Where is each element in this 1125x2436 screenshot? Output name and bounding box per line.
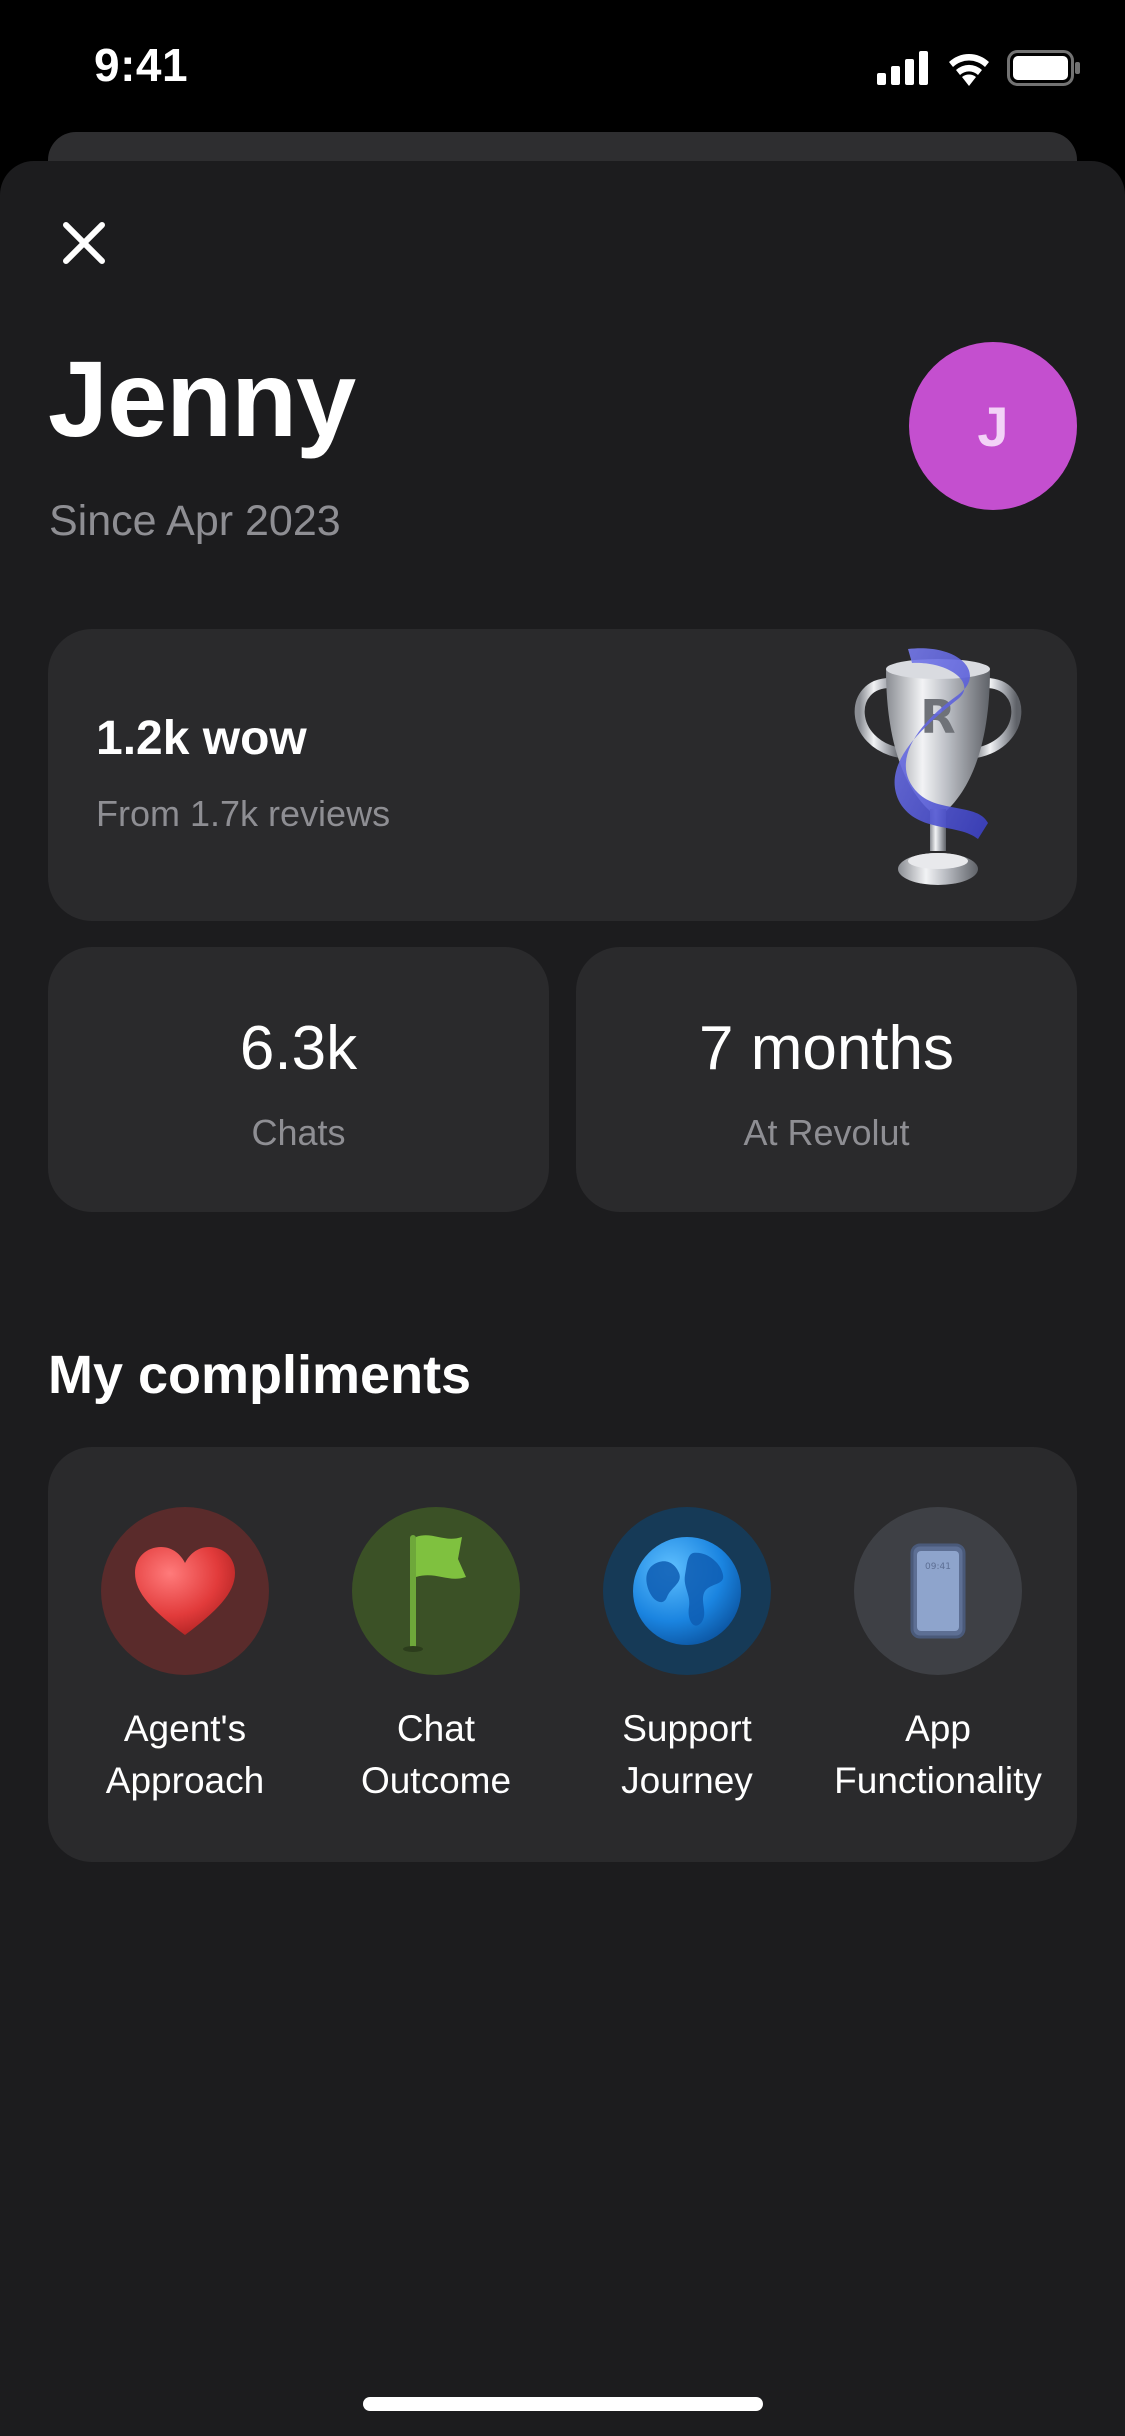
stat-value: 7 months	[698, 1014, 955, 1083]
compliment-label-line: Functionality	[834, 1760, 1042, 1801]
avatar[interactable]: J	[909, 342, 1077, 510]
compliment-app-functionality[interactable]: 09:41 App Functionality	[818, 1507, 1058, 1807]
battery-icon	[1007, 50, 1080, 86]
compliment-label: App Functionality	[818, 1703, 1058, 1807]
compliment-support-journey[interactable]: Support Journey	[567, 1507, 807, 1807]
compliment-label-line: App	[905, 1708, 971, 1749]
compliment-icon-circle	[603, 1507, 771, 1675]
status-icons	[877, 50, 1081, 86]
compliments-card: Agent's Approach Chat Outcome Support Jo…	[48, 1447, 1077, 1862]
agent-name: Jenny	[48, 338, 356, 459]
tenure-stat-card: 7 months At Revolut	[576, 947, 1077, 1212]
home-indicator[interactable]	[363, 2397, 763, 2411]
status-bar: 9:41	[0, 0, 1125, 135]
trophy-icon: R	[854, 648, 1022, 885]
stat-label: Chats	[251, 1112, 346, 1153]
compliment-label: Agent's Approach	[65, 1703, 305, 1807]
compliment-label-line: Journey	[621, 1760, 753, 1801]
compliment-chat-outcome[interactable]: Chat Outcome	[316, 1507, 556, 1807]
phone-icon: 09:41	[910, 1543, 966, 1639]
stat-label: At Revolut	[743, 1112, 910, 1153]
compliment-label-line: Chat	[396, 1708, 476, 1749]
compliment-label: Support Journey	[567, 1703, 807, 1807]
heart-icon	[135, 1547, 235, 1635]
reviews-count: From 1.7k reviews	[96, 793, 391, 834]
stat-value: 6.3k	[239, 1014, 358, 1083]
member-since: Since Apr 2023	[49, 497, 341, 545]
compliment-label-line: Outcome	[360, 1760, 512, 1801]
wow-card[interactable]: 1.2k wow From 1.7k reviews R	[48, 629, 1077, 921]
compliment-label: Chat Outcome	[316, 1703, 556, 1807]
compliment-icon-circle	[101, 1507, 269, 1675]
compliment-label-line: Approach	[105, 1760, 265, 1801]
wifi-icon	[949, 54, 989, 86]
compliment-icon-circle: 09:41	[854, 1507, 1022, 1675]
chats-stat-card: 6.3k Chats	[48, 947, 549, 1212]
compliment-agents-approach[interactable]: Agent's Approach	[65, 1507, 305, 1807]
compliment-label-line: Support	[622, 1708, 752, 1749]
globe-icon	[633, 1537, 741, 1645]
cellular-signal-icon	[877, 51, 928, 85]
wow-count: 1.2k wow	[96, 712, 307, 765]
close-button[interactable]	[54, 213, 114, 273]
close-icon	[63, 222, 105, 264]
flag-icon	[403, 1535, 466, 1652]
compliment-icon-circle	[352, 1507, 520, 1675]
phone-icon-time: 09:41	[925, 1562, 951, 1572]
status-time: 9:41	[94, 39, 189, 91]
avatar-initial: J	[977, 394, 1009, 458]
compliments-title: My compliments	[48, 1345, 472, 1405]
svg-text:R: R	[920, 690, 955, 744]
compliment-label-line: Agent's	[123, 1708, 247, 1749]
